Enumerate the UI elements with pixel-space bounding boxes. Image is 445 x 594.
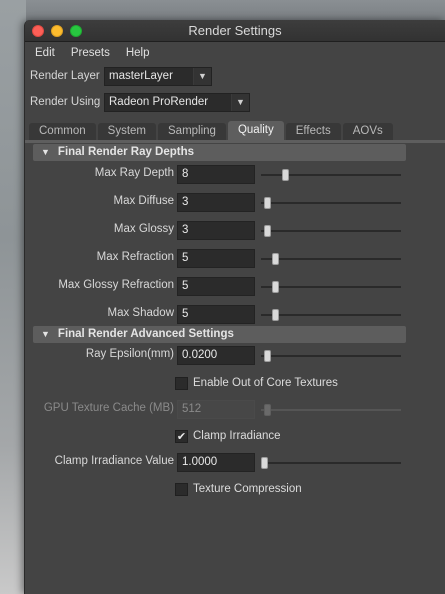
collapse-triangle-icon: ▼ (41, 329, 50, 339)
max-refraction-input[interactable]: 5 (177, 249, 255, 268)
slider-thumb[interactable] (261, 457, 268, 469)
section-header-advanced[interactable]: ▼ Final Render Advanced Settings (33, 326, 406, 343)
section-title: Final Render Advanced Settings (57, 328, 234, 340)
slider-thumb[interactable] (263, 197, 271, 209)
checkbox-label: Enable Out of Core Textures (193, 377, 338, 389)
field-label: GPU Texture Cache (MB) (43, 402, 174, 414)
checkbox-label: Clamp Irradiance (193, 430, 281, 442)
tab-effects[interactable]: Effects (285, 123, 341, 140)
tab-system[interactable]: System (97, 123, 156, 140)
slider-thumb[interactable] (272, 281, 280, 293)
tab-sampling[interactable]: Sampling (158, 123, 226, 140)
menu-edit[interactable]: Edit (35, 47, 55, 59)
max-diffuse-slider[interactable] (261, 197, 401, 209)
field-label: Max Diffuse (113, 195, 174, 207)
field-row-clamp-irradiance-value: Clamp Irradiance Value 1.0000 (25, 453, 445, 472)
menu-presets[interactable]: Presets (71, 47, 110, 59)
max-glossy-slider[interactable] (261, 225, 401, 237)
clamp-irradiance-value-input[interactable]: 1.0000 (177, 453, 255, 472)
field-label: Max Ray Depth (94, 167, 174, 179)
max-diffuse-input[interactable]: 3 (177, 193, 255, 212)
gpu-texture-cache-slider (261, 404, 401, 416)
clamp-irradiance-row: ✔ Clamp Irradiance (175, 428, 281, 444)
checkbox-label: Texture Compression (193, 483, 302, 495)
render-layer-value: masterLayer (109, 69, 173, 82)
slider-thumb[interactable] (263, 225, 271, 237)
close-window-button[interactable] (32, 25, 44, 37)
chevron-down-icon: ▼ (193, 67, 211, 85)
field-row-max-glossy-refraction: Max Glossy Refraction 5 (25, 277, 445, 296)
render-using-label: Render Using (30, 96, 101, 108)
tab-quality[interactable]: Quality (227, 121, 284, 140)
render-layer-row: Render Layer masterLayer ▼ (25, 63, 445, 89)
clamp-irradiance-value-slider[interactable] (261, 457, 401, 469)
section-title: Final Render Ray Depths (57, 146, 195, 158)
ray-epsilon-slider[interactable] (261, 350, 401, 362)
field-row-max-diffuse: Max Diffuse 3 (25, 193, 445, 212)
field-label: Max Glossy Refraction (58, 279, 174, 291)
max-ray-depth-input[interactable]: 8 (177, 165, 255, 184)
out-of-core-checkbox[interactable] (175, 376, 188, 390)
field-row-ray-epsilon: Ray Epsilon(mm) 0.0200 (25, 346, 445, 365)
gpu-texture-cache-input: 512 (177, 400, 255, 419)
render-using-value: Radeon ProRender (109, 95, 209, 108)
slider-thumb[interactable] (272, 253, 280, 265)
texture-compression-checkbox[interactable] (175, 482, 188, 496)
texture-compression-row: Texture Compression (175, 481, 302, 497)
menu-bar: Edit Presets Help (25, 42, 445, 63)
title-bar[interactable]: Render Settings (25, 20, 445, 42)
render-using-row: Render Using Radeon ProRender ▼ (25, 89, 445, 115)
render-layer-dropdown[interactable]: masterLayer ▼ (104, 66, 212, 86)
window-controls (32, 25, 82, 37)
render-settings-window: Render Settings Edit Presets Help Render… (24, 20, 445, 594)
max-ray-depth-slider[interactable] (261, 169, 401, 181)
ray-epsilon-input[interactable]: 0.0200 (177, 346, 255, 365)
collapse-triangle-icon: ▼ (41, 147, 50, 157)
field-row-max-shadow: Max Shadow 5 (25, 305, 445, 324)
field-label: Max Refraction (96, 251, 174, 263)
slider-thumb[interactable] (272, 309, 280, 321)
field-label: Max Shadow (107, 307, 174, 319)
slider-thumb[interactable] (263, 350, 271, 362)
field-row-max-ray-depth: Max Ray Depth 8 (25, 165, 445, 184)
chevron-down-icon: ▼ (231, 93, 249, 111)
slider-thumb (263, 404, 271, 416)
desktop-background-left (0, 0, 26, 594)
max-shadow-slider[interactable] (261, 309, 401, 321)
slider-thumb[interactable] (282, 169, 289, 181)
window-title: Render Settings (188, 23, 282, 38)
field-label: Clamp Irradiance Value (54, 455, 174, 467)
tab-common[interactable]: Common (29, 123, 96, 140)
render-using-dropdown[interactable]: Radeon ProRender ▼ (104, 92, 250, 112)
max-glossy-refraction-input[interactable]: 5 (177, 277, 255, 296)
tab-bar: Common System Sampling Quality Effects A… (29, 121, 445, 140)
field-label: Ray Epsilon(mm) (85, 348, 174, 360)
clamp-irradiance-checkbox[interactable]: ✔ (175, 429, 188, 443)
field-row-max-refraction: Max Refraction 5 (25, 249, 445, 268)
field-row-gpu-texture-cache: GPU Texture Cache (MB) 512 (25, 400, 445, 419)
max-shadow-input[interactable]: 5 (177, 305, 255, 324)
minimize-window-button[interactable] (51, 25, 63, 37)
out-of-core-row: Enable Out of Core Textures (175, 375, 338, 391)
max-glossy-input[interactable]: 3 (177, 221, 255, 240)
max-refraction-slider[interactable] (261, 253, 401, 265)
desktop-background-top (0, 0, 445, 20)
section-header-ray-depths[interactable]: ▼ Final Render Ray Depths (33, 144, 406, 161)
tab-aovs[interactable]: AOVs (342, 123, 393, 140)
field-label: Max Glossy (113, 223, 174, 235)
field-row-max-glossy: Max Glossy 3 (25, 221, 445, 240)
render-layer-label: Render Layer (30, 70, 100, 82)
max-glossy-refraction-slider[interactable] (261, 281, 401, 293)
zoom-window-button[interactable] (70, 25, 82, 37)
tab-underline (25, 140, 445, 143)
menu-help[interactable]: Help (126, 47, 150, 59)
